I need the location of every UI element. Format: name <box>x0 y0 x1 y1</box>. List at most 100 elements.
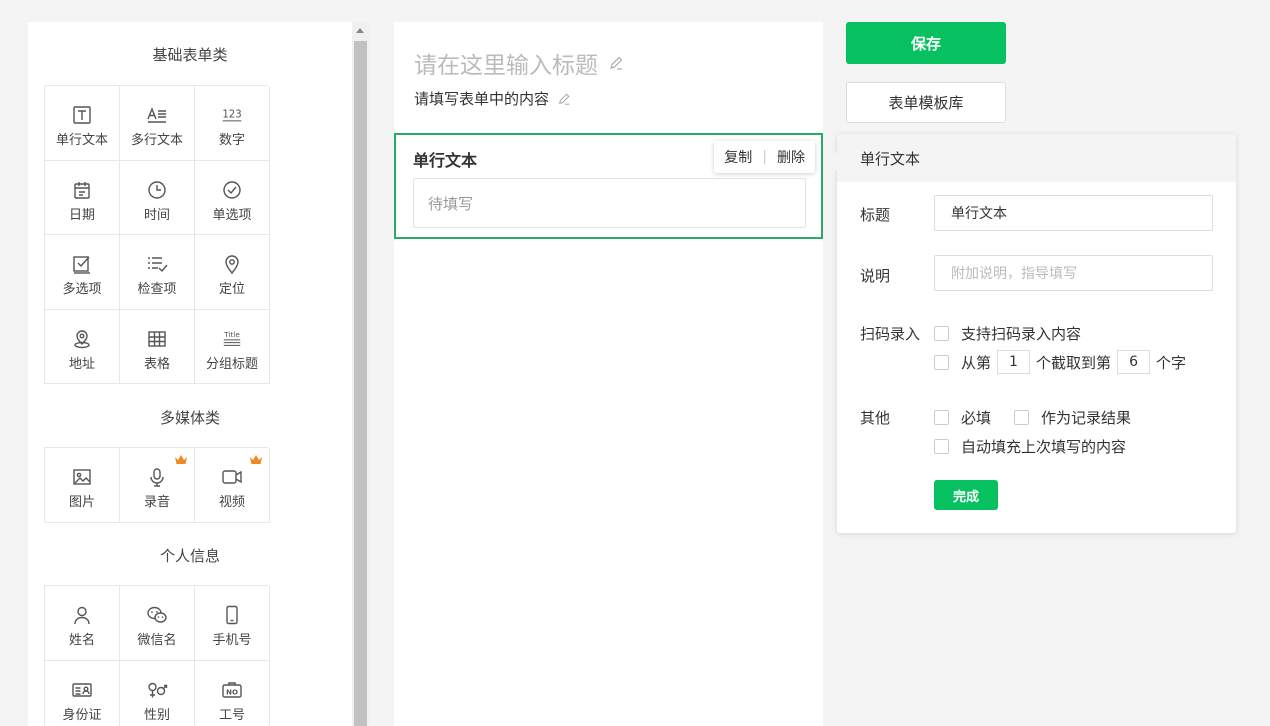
clock-icon <box>146 179 168 201</box>
checklist-icon <box>146 253 168 275</box>
description-label: 说明 <box>860 267 891 285</box>
autofill-checkbox[interactable] <box>934 439 949 454</box>
scan-from-text: 从第 <box>961 353 992 372</box>
media-fields-grid: 图片 录音 视频 <box>44 447 270 523</box>
properties-header: 单行文本 <box>837 134 1236 182</box>
palette-item-label: 检查项 <box>137 282 177 297</box>
palette-item-label: 表格 <box>143 356 170 372</box>
selected-field-card[interactable]: 单行文本 复制 | 删除 待填写 <box>394 133 823 239</box>
badge-no-icon: NO <box>221 679 243 701</box>
separator: | <box>762 149 767 165</box>
gender-icon <box>146 679 168 701</box>
address-pin-icon <box>71 328 93 350</box>
form-title[interactable]: 请在这里输入标题 <box>414 46 624 80</box>
palette-item[interactable]: 录音 <box>120 448 195 523</box>
required-option[interactable]: 必填 <box>934 407 991 428</box>
image-icon <box>71 466 93 488</box>
scroll-up-arrow-icon[interactable] <box>356 28 364 33</box>
other-label: 其他 <box>860 409 891 427</box>
as-record-option[interactable]: 作为记录结果 <box>1014 407 1131 428</box>
palette-item-label: 视频 <box>218 495 245 510</box>
palette-item[interactable]: 单选项 <box>195 160 270 235</box>
palette-item-label: 地址 <box>68 356 95 372</box>
scan-support-checkbox[interactable] <box>934 326 949 341</box>
palette-item[interactable]: 多行文本 <box>120 86 195 161</box>
scan-range-option[interactable]: 从第 1 个截取到第 6 个字 <box>934 350 1186 374</box>
scan-start-input[interactable]: 1 <box>997 350 1031 374</box>
scan-support-text: 支持扫码录入内容 <box>961 325 1082 343</box>
person-icon <box>71 604 93 626</box>
palette-item[interactable]: 微信名 <box>120 586 195 661</box>
palette-item[interactable]: 单行文本 <box>45 86 120 161</box>
palette-item-label: 身份证 <box>62 707 102 723</box>
number-icon: 123 <box>221 104 243 126</box>
palette-item[interactable]: 身份证 <box>45 660 120 726</box>
palette-item[interactable]: 图片 <box>45 448 120 523</box>
premium-crown-icon <box>175 455 187 464</box>
checkbox-icon <box>71 253 93 275</box>
wechat-icon <box>146 604 168 626</box>
palette-item[interactable]: 表格 <box>120 309 195 384</box>
palette-item[interactable]: 性别 <box>120 660 195 726</box>
palette-item[interactable]: 视频 <box>195 448 270 523</box>
id-card-icon <box>71 679 93 701</box>
scan-range-checkbox[interactable] <box>934 354 949 370</box>
palette-item-label: 时间 <box>143 207 170 223</box>
autofill-option[interactable]: 自动填充上次填写的内容 <box>934 436 1126 457</box>
title-input[interactable]: 单行文本 <box>934 195 1213 231</box>
palette-item[interactable]: Title 分组标题 <box>195 309 270 384</box>
palette-item[interactable]: 时间 <box>120 160 195 235</box>
palette-item-label: 手机号 <box>212 633 252 648</box>
field-input-preview[interactable]: 待填写 <box>413 178 806 228</box>
palette-scrollbar[interactable] <box>352 22 369 726</box>
palette-item[interactable]: 地址 <box>45 309 120 384</box>
template-library-button[interactable]: 表单模板库 <box>846 82 1006 123</box>
palette-item[interactable]: 日期 <box>45 160 120 235</box>
group-title-icon: Title <box>221 328 243 350</box>
palette-item-label: 日期 <box>68 207 95 223</box>
microphone-icon <box>146 466 168 488</box>
palette-item[interactable]: 123 数字 <box>195 86 270 161</box>
copy-button[interactable]: 复制 <box>724 147 752 167</box>
palette-item-label: 数字 <box>218 133 245 148</box>
scan-support-option[interactable]: 支持扫码录入内容 <box>934 323 1081 344</box>
save-button[interactable]: 保存 <box>846 22 1006 64</box>
text-box-icon <box>71 104 93 126</box>
palette-item-label: 微信名 <box>137 633 177 648</box>
location-pin-icon <box>221 253 243 275</box>
palette-item-label: 工号 <box>218 707 245 723</box>
scan-unit-text: 个字 <box>1156 353 1187 372</box>
personal-fields-grid: 姓名 微信名 手机号身份证 性别 NO 工号 <box>44 585 270 726</box>
palette-item-label: 姓名 <box>68 633 95 648</box>
delete-button[interactable]: 删除 <box>777 147 805 167</box>
form-canvas: 请在这里输入标题 请填写表单中的内容 单行文本 复制 | 删除 待填写 <box>394 22 823 726</box>
required-checkbox[interactable] <box>934 410 949 425</box>
palette-item[interactable]: 手机号 <box>195 586 270 661</box>
palette-item[interactable]: 检查项 <box>120 235 195 310</box>
svg-text:123: 123 <box>222 110 241 121</box>
palette-item[interactable]: 多选项 <box>45 235 120 310</box>
as-record-checkbox[interactable] <box>1014 410 1029 425</box>
palette-item[interactable]: NO 工号 <box>195 660 270 726</box>
field-actions: 复制 | 删除 <box>714 141 815 173</box>
description-input[interactable]: 附加说明，指导填写 <box>934 255 1213 291</box>
palette-item[interactable]: 定位 <box>195 235 270 310</box>
section-title-basic: 基础表单类 <box>152 46 228 64</box>
basic-fields-grid: 单行文本 多行文本 123 数字日期 时间 单选项多选项 检查项 定位地址 表格 Title 分组标… <box>44 85 270 384</box>
svg-text:NO: NO <box>226 688 238 696</box>
palette-item-label: 单选项 <box>212 207 252 223</box>
multiline-text-icon <box>146 104 168 126</box>
form-description-text: 请填写表单中的内容 <box>414 90 550 108</box>
palette-item-label: 定位 <box>218 282 245 297</box>
scan-end-input[interactable]: 6 <box>1117 350 1151 374</box>
pencil-icon <box>610 56 623 70</box>
radio-check-icon <box>221 179 243 201</box>
autofill-text: 自动填充上次填写的内容 <box>961 438 1127 456</box>
palette-item-label: 多选项 <box>62 282 102 297</box>
scroll-thumb[interactable] <box>354 41 367 726</box>
field-properties-panel: 单行文本 标题 单行文本 说明 附加说明，指导填写 扫码录入 支持扫码录入内容 … <box>827 134 1236 533</box>
required-text: 必填 <box>961 409 992 427</box>
palette-item[interactable]: 姓名 <box>45 586 120 661</box>
done-button[interactable]: 完成 <box>934 480 998 510</box>
form-description[interactable]: 请填写表单中的内容 <box>414 88 571 109</box>
